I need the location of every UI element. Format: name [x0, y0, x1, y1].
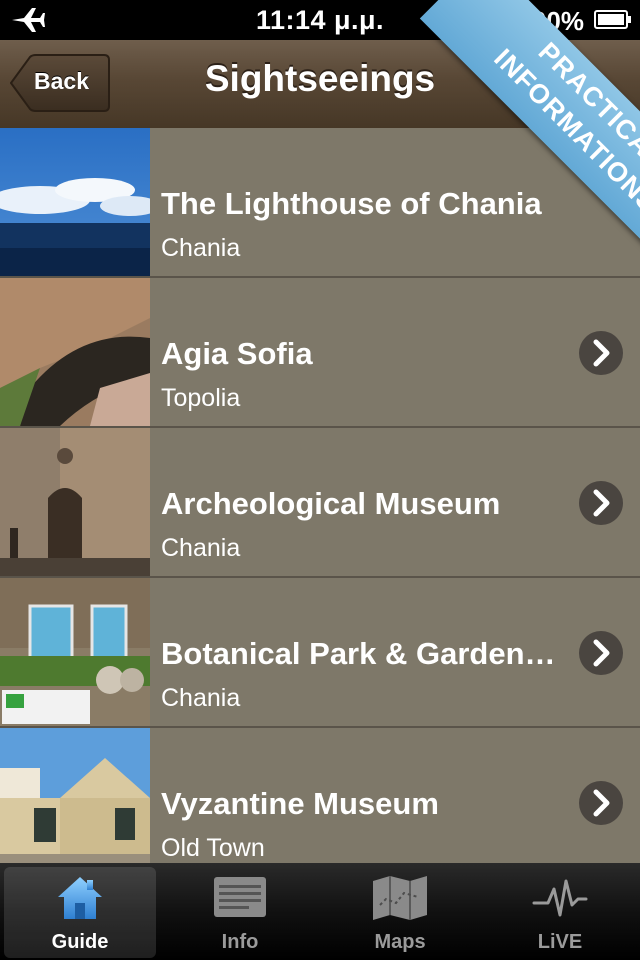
chevron-right-icon[interactable]: [578, 480, 624, 526]
battery-icon: [594, 10, 631, 29]
item-subtitle: Chania: [161, 684, 241, 712]
list-item[interactable]: Agia Sofia Topolia: [0, 278, 640, 428]
tab-live[interactable]: LiVE: [484, 867, 636, 958]
vyzantine-museum-thumbnail: [0, 728, 150, 863]
item-title: The Lighthouse of Chania: [161, 186, 542, 221]
tab-label: Maps: [374, 931, 426, 953]
botanical-park-thumbnail: [0, 578, 150, 726]
list-item[interactable]: The Lighthouse of Chania Chania: [0, 128, 640, 278]
item-title: Botanical Park & Gardens of Crete: [161, 636, 561, 671]
pulse-icon: [532, 879, 588, 917]
sightseeing-list: The Lighthouse of Chania Chania Agia Sof…: [0, 128, 640, 863]
list-item[interactable]: Vyzantine Museum Old Town: [0, 728, 640, 863]
chevron-right-icon[interactable]: [578, 330, 624, 376]
tab-bar: Guide Info Maps LiVE: [0, 863, 640, 960]
item-title: Agia Sofia: [161, 336, 313, 371]
tab-guide[interactable]: Guide: [4, 867, 156, 958]
tab-label: Info: [221, 931, 259, 953]
chevron-right-icon[interactable]: [578, 630, 624, 676]
tab-info[interactable]: Info: [164, 867, 316, 958]
item-subtitle: Old Town: [161, 834, 265, 862]
item-title: Vyzantine Museum: [161, 786, 439, 821]
house-icon: [58, 877, 102, 919]
agia-sofia-thumbnail: [0, 278, 150, 426]
info-sheet-icon: [214, 877, 266, 917]
item-subtitle: Chania: [161, 234, 241, 262]
item-subtitle: Topolia: [161, 384, 241, 412]
tab-maps[interactable]: Maps: [324, 867, 476, 958]
map-icon: [373, 876, 427, 920]
lighthouse-thumbnail: [0, 128, 150, 276]
tab-label: LiVE: [537, 931, 583, 953]
list-item[interactable]: Archeological Museum Chania: [0, 428, 640, 578]
item-subtitle: Chania: [161, 534, 241, 562]
chevron-right-icon[interactable]: [578, 780, 624, 826]
list-item[interactable]: Botanical Park & Gardens of Crete Chania: [0, 578, 640, 728]
item-title: Archeological Museum: [161, 486, 501, 521]
archeological-museum-thumbnail: [0, 428, 150, 576]
tab-label: Guide: [51, 931, 109, 953]
